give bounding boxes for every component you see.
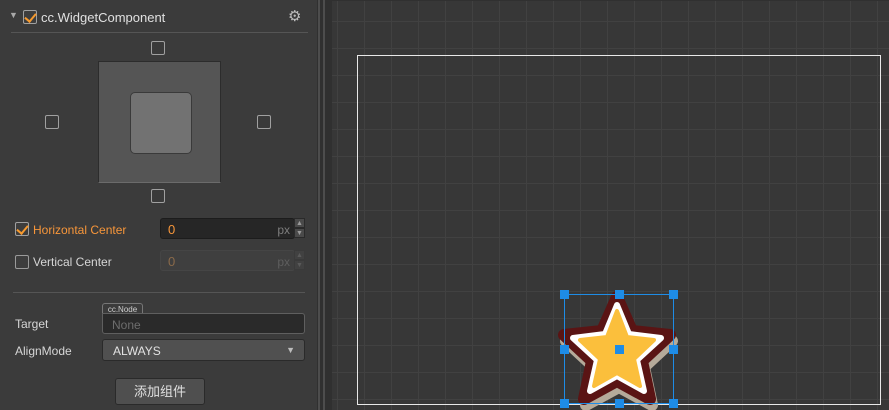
target-label: Target [15,317,49,331]
vertical-center-unit: px [277,255,290,269]
resize-handle-top-left[interactable] [560,290,569,299]
align-mode-value: ALWAYS [113,344,161,358]
align-left-checkbox[interactable] [45,115,59,129]
horizontal-center-stepper[interactable]: ▲ ▼ [294,218,305,239]
resize-handle-bottom[interactable] [615,399,624,408]
align-mode-select[interactable]: ALWAYS ▼ [102,339,305,361]
stepper-up-icon[interactable]: ▲ [294,218,305,228]
chevron-down-icon: ▼ [286,345,295,355]
horizontal-center-label: Horizontal Center [33,223,127,237]
resize-handle-left[interactable] [560,345,569,354]
vertical-center-stepper[interactable]: ▲ ▼ [294,250,305,271]
vertical-center-value: 0 [168,254,176,269]
horizontal-center-checkbox[interactable] [15,222,29,236]
resize-handle-bottom-left[interactable] [560,399,569,408]
resize-handle-top[interactable] [615,290,624,299]
inspector-panel: ▼ cc.WidgetComponent ⚙ Horizontal Center… [0,0,317,410]
vertical-center-label: Vertical Center [33,255,112,269]
align-mode-label: AlignMode [15,344,72,358]
widget-component-header[interactable]: ▼ cc.WidgetComponent ⚙ [0,0,317,34]
stepper-up-icon[interactable]: ▲ [294,250,305,260]
target-node-value: None [112,318,141,332]
component-enabled-checkbox[interactable] [23,10,37,24]
align-bottom-checkbox[interactable] [151,189,165,203]
vertical-center-input[interactable]: 0 px [160,250,295,271]
fold-triangle-icon[interactable]: ▼ [9,10,18,20]
section-divider [13,292,305,293]
stepper-down-icon[interactable]: ▼ [294,228,305,238]
resize-handle-top-right[interactable] [669,290,678,299]
align-right-checkbox[interactable] [257,115,271,129]
resize-handle-right[interactable] [669,345,678,354]
align-top-checkbox[interactable] [151,41,165,55]
splitter-grip [318,0,320,410]
panel-splitter[interactable] [317,0,331,410]
target-node-field[interactable]: None [102,313,305,334]
component-title: cc.WidgetComponent [41,10,166,25]
horizontal-center-value: 0 [168,222,176,237]
header-divider [11,32,308,33]
gear-icon[interactable]: ⚙ [288,9,301,24]
horizontal-center-unit: px [277,223,290,237]
splitter-grip [323,0,325,410]
resize-handle-bottom-right[interactable] [669,399,678,408]
alignment-preview-inner [130,92,192,154]
add-component-button[interactable]: 添加组件 [115,378,205,405]
stepper-down-icon[interactable]: ▼ [294,260,305,270]
vertical-center-checkbox[interactable] [15,255,29,269]
horizontal-center-input[interactable]: 0 px [160,218,295,239]
anchor-point-handle[interactable] [615,345,624,354]
